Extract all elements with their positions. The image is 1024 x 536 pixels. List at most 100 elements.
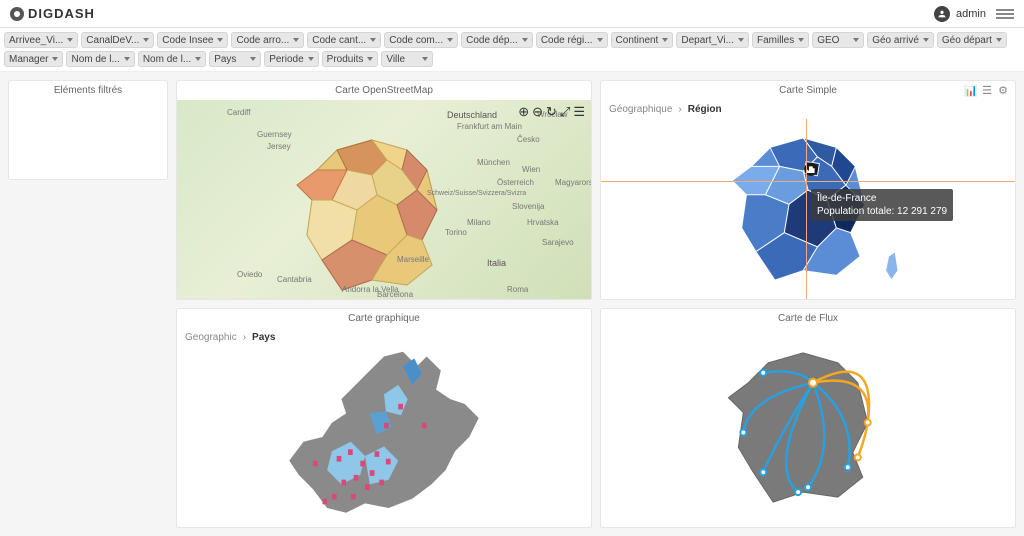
filter-chip[interactable]: Code arro... bbox=[231, 32, 304, 48]
panel-osm-body[interactable]: ⊕ ⊖ ↻ ⤢ ☰ bbox=[177, 100, 591, 299]
gear-icon[interactable]: ⚙ bbox=[997, 84, 1009, 96]
breadcrumb-level1[interactable]: Geographic bbox=[185, 332, 237, 343]
crosshair-vertical bbox=[806, 119, 807, 299]
filter-chip[interactable]: CanalDeV... bbox=[81, 32, 154, 48]
chevron-down-icon bbox=[662, 38, 668, 42]
filter-chip[interactable]: Code cant... bbox=[307, 32, 381, 48]
filter-label: Nom de l... bbox=[71, 54, 119, 65]
crosshair-horizontal bbox=[601, 181, 1015, 182]
panel-osm-title: Carte OpenStreetMap bbox=[177, 81, 591, 100]
chevron-down-icon bbox=[923, 38, 929, 42]
filter-chip[interactable]: Periode bbox=[264, 51, 318, 67]
panel-osm: Carte OpenStreetMap ⊕ ⊖ ↻ ⤢ ☰ bbox=[176, 80, 592, 300]
filter-chip[interactable]: Arrivee_Vi... bbox=[4, 32, 78, 48]
flux-france-map bbox=[601, 328, 1015, 527]
filter-label: Periode bbox=[269, 54, 303, 65]
osm-label: Magyarország bbox=[555, 178, 591, 187]
panel-simple-title: Carte Simple 📊 ☰ ⚙ bbox=[601, 81, 1015, 100]
filter-chip[interactable]: Pays bbox=[209, 51, 261, 67]
panel-simple-body[interactable]: Île-de-France Population totale: 12 291 … bbox=[601, 119, 1015, 299]
filter-label: Arrivee_Vi... bbox=[9, 35, 63, 46]
chart-type-icon[interactable]: 📊 bbox=[965, 84, 977, 96]
osm-label: Wien bbox=[522, 165, 540, 174]
filter-chip[interactable]: Continent bbox=[611, 32, 674, 48]
filter-bar: Arrivee_Vi... CanalDeV... Code Insee Code a… bbox=[0, 28, 1024, 72]
filter-label: Géo arrivé bbox=[872, 35, 919, 46]
filter-chip[interactable]: Nom de l... bbox=[66, 51, 134, 67]
region-tooltip: Île-de-France Population totale: 12 291 … bbox=[811, 189, 953, 221]
osm-toolbar: ⊕ ⊖ ↻ ⤢ ☰ bbox=[518, 104, 585, 120]
layers-icon[interactable]: ☰ bbox=[573, 104, 585, 120]
filter-chip[interactable]: Manager bbox=[4, 51, 63, 67]
breadcrumb-level2[interactable]: Pays bbox=[252, 332, 275, 343]
chevron-down-icon bbox=[143, 38, 149, 42]
chevron-down-icon bbox=[996, 38, 1002, 42]
filter-label: Code arro... bbox=[236, 35, 289, 46]
chevron-down-icon bbox=[367, 57, 373, 61]
brand-logo: DIGDASH bbox=[10, 6, 95, 21]
osm-label: Marseille bbox=[397, 255, 429, 264]
osm-label: Hrvatska bbox=[527, 218, 559, 227]
breadcrumb-level2[interactable]: Région bbox=[688, 104, 722, 115]
filter-label: Code cant... bbox=[312, 35, 366, 46]
filter-label: Code Insee bbox=[162, 35, 213, 46]
filter-chip[interactable]: Géo arrivé bbox=[867, 32, 934, 48]
panel-flux-body[interactable] bbox=[601, 328, 1015, 527]
chevron-down-icon bbox=[798, 38, 804, 42]
chevron-down-icon bbox=[447, 38, 453, 42]
list-icon[interactable]: ☰ bbox=[981, 84, 993, 96]
chevron-down-icon bbox=[522, 38, 528, 42]
osm-label: Slovenija bbox=[512, 202, 544, 211]
osm-label: Cardiff bbox=[227, 108, 250, 117]
osm-label: Oviedo bbox=[237, 270, 262, 279]
hamburger-menu-icon[interactable] bbox=[996, 5, 1014, 23]
filter-chip[interactable]: Code Insee bbox=[157, 32, 228, 48]
filter-label: Code com... bbox=[389, 35, 443, 46]
app-header: DIGDASH admin bbox=[0, 0, 1024, 28]
breadcrumb-level1[interactable]: Géographique bbox=[609, 104, 672, 115]
chevron-right-icon: › bbox=[678, 104, 681, 115]
dashboard-grid: Eléments filtrés Carte OpenStreetMap ⊕ ⊖… bbox=[0, 72, 1024, 536]
panel-graphique-body[interactable] bbox=[177, 347, 591, 527]
osm-label: Cantabria bbox=[277, 275, 312, 284]
panel-flux-title: Carte de Flux bbox=[601, 309, 1015, 328]
panel-graphique: Carte graphique Geographic › Pays bbox=[176, 308, 592, 528]
zoom-out-icon[interactable]: ⊖ bbox=[532, 104, 543, 120]
chevron-right-icon: › bbox=[243, 332, 246, 343]
osm-label: Frankfurt am Main bbox=[457, 122, 522, 131]
osm-label: Torino bbox=[445, 228, 467, 237]
filter-chip[interactable]: GEO bbox=[812, 32, 864, 48]
filter-chip[interactable]: Produits bbox=[322, 51, 379, 67]
filter-chip[interactable]: Familles bbox=[752, 32, 809, 48]
osm-label: Deutschland bbox=[447, 110, 497, 120]
filter-chip[interactable]: Nom de l... bbox=[138, 51, 206, 67]
osm-label: Italia bbox=[487, 258, 506, 268]
filter-label: Produits bbox=[327, 54, 364, 65]
panel-simple-title-text: Carte Simple bbox=[779, 85, 837, 96]
filter-chip[interactable]: Géo départ bbox=[937, 32, 1007, 48]
chevron-down-icon bbox=[67, 38, 73, 42]
filter-chip[interactable]: Depart_Vi... bbox=[676, 32, 749, 48]
expand-icon[interactable]: ⤢ bbox=[560, 104, 570, 120]
tooltip-region-name: Île-de-France bbox=[817, 192, 947, 205]
filter-label: Manager bbox=[9, 54, 48, 65]
chevron-down-icon bbox=[217, 38, 223, 42]
brand-text: DIGDASH bbox=[28, 6, 95, 21]
zoom-in-icon[interactable]: ⊕ bbox=[518, 104, 529, 120]
chevron-down-icon bbox=[250, 57, 256, 61]
filter-chip[interactable]: Code régi... bbox=[536, 32, 608, 48]
user-menu[interactable]: admin bbox=[934, 6, 986, 22]
refresh-icon[interactable]: ↻ bbox=[546, 104, 557, 120]
filter-label: Pays bbox=[214, 54, 236, 65]
filter-label: Depart_Vi... bbox=[681, 35, 734, 46]
filter-label: Continent bbox=[616, 35, 659, 46]
chevron-down-icon bbox=[308, 57, 314, 61]
filter-chip[interactable]: Code dép... bbox=[461, 32, 533, 48]
osm-label: Milano bbox=[467, 218, 491, 227]
chevron-down-icon bbox=[195, 57, 201, 61]
chevron-down-icon bbox=[422, 57, 428, 61]
filter-chip[interactable]: Ville bbox=[381, 51, 433, 67]
filter-chip[interactable]: Code com... bbox=[384, 32, 458, 48]
chevron-down-icon bbox=[293, 38, 299, 42]
chevron-down-icon bbox=[370, 38, 376, 42]
